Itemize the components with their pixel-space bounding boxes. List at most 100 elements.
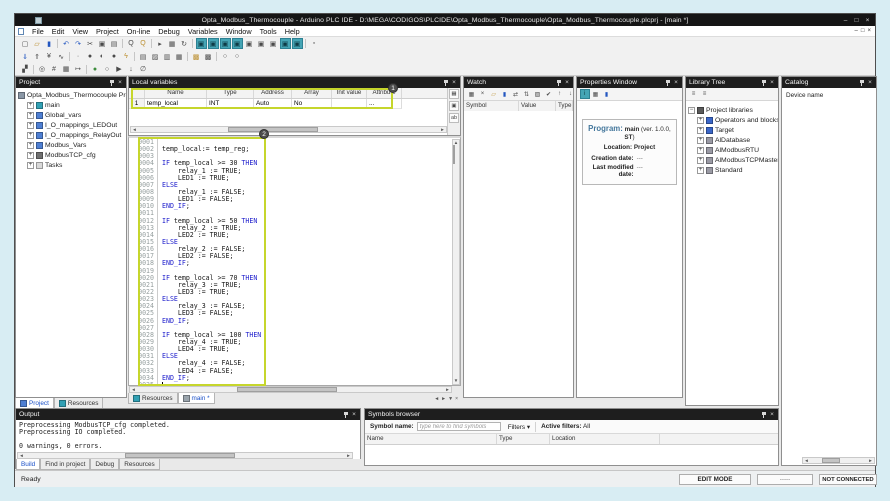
menu-project[interactable]: Project xyxy=(92,27,123,36)
menu-window[interactable]: Window xyxy=(222,27,256,36)
column-header[interactable]: Value xyxy=(519,101,556,111)
pin-icon[interactable] xyxy=(556,79,563,87)
expander-icon[interactable]: + xyxy=(27,162,34,169)
output-tab-find-in-project[interactable]: Find in project xyxy=(40,459,90,470)
watch-save-icon[interactable]: ▮ xyxy=(500,89,510,99)
menu-view[interactable]: View xyxy=(68,27,92,36)
scroll-left-arrow[interactable]: ◄ xyxy=(131,127,138,132)
expander-icon[interactable]: + xyxy=(27,132,34,139)
expander-icon[interactable]: + xyxy=(27,142,34,149)
catalog-toolwindow-icon[interactable]: ▣ xyxy=(256,38,267,49)
scroll-left-icon[interactable]: ◄ xyxy=(434,396,439,402)
close-button[interactable]: × xyxy=(863,17,872,24)
no-debug-icon[interactable]: ∅ xyxy=(138,64,149,75)
expander-icon[interactable]: + xyxy=(697,147,704,154)
tree-item[interactable]: +main xyxy=(18,100,126,110)
watch-down-icon[interactable]: ↓ xyxy=(566,89,576,99)
variable-cell[interactable]: temp_local xyxy=(145,99,207,109)
pin-icon[interactable] xyxy=(665,79,672,87)
trigger-list-icon[interactable]: ▦ xyxy=(174,51,185,62)
scroll-left-arrow[interactable]: ◄ xyxy=(130,387,137,392)
column-header[interactable]: Location xyxy=(550,434,660,444)
connect-status-icon[interactable]: ○ xyxy=(220,51,231,62)
close-icon[interactable]: × xyxy=(563,79,571,86)
pin-icon[interactable] xyxy=(443,79,450,87)
properties-toolwindow-icon[interactable]: ▣ xyxy=(280,38,291,49)
watch-toolwindow-icon[interactable]: ▣ xyxy=(232,38,243,49)
lv-watch-icon[interactable]: ▣ xyxy=(449,101,459,111)
undo-icon[interactable]: ↶ xyxy=(61,38,72,49)
find-icon[interactable]: Q xyxy=(126,38,137,49)
async-graph-icon[interactable]: ▥ xyxy=(162,51,173,62)
live-debug-icon[interactable]: ϟ xyxy=(121,51,132,62)
scroll-down-arrow[interactable]: ▼ xyxy=(453,378,459,384)
scroll-thumb[interactable] xyxy=(453,145,455,164)
close-icon[interactable]: × xyxy=(350,411,358,418)
scroll-right-arrow[interactable]: ► xyxy=(439,127,446,132)
close-icon[interactable]: × xyxy=(768,79,776,86)
library-image-icon[interactable]: ▩ xyxy=(203,51,214,62)
project-toolwindow-icon[interactable]: ▣ xyxy=(196,38,207,49)
watch-import-icon[interactable]: ⇅ xyxy=(522,89,532,99)
tab-main--[interactable]: main * xyxy=(178,393,215,404)
tree-item[interactable]: +Target xyxy=(688,125,778,135)
expander-icon[interactable]: + xyxy=(697,137,704,144)
close-icon[interactable]: × xyxy=(116,79,124,86)
expander-icon[interactable]: + xyxy=(27,102,34,109)
expander-icon[interactable]: + xyxy=(697,127,704,134)
scroll-thumb[interactable] xyxy=(822,458,840,463)
menu-variables[interactable]: Variables xyxy=(184,27,222,36)
watch-open-icon[interactable]: ▱ xyxy=(489,89,499,99)
watch-grid-icon[interactable]: ▦ xyxy=(467,89,477,99)
code-line[interactable]: 0018END_IF; xyxy=(129,260,451,267)
scroll-right-icon[interactable]: ► xyxy=(441,396,446,402)
local-variables-hscrollbar[interactable]: ◄ ► xyxy=(130,126,447,133)
resources-toolwindow-icon[interactable]: ▣ xyxy=(208,38,219,49)
step-icon[interactable]: ↓ xyxy=(126,64,137,75)
tree-item[interactable]: +Global_vars xyxy=(18,110,126,120)
editor-hscrollbar[interactable]: ◄ ► xyxy=(129,386,452,393)
variable-cell[interactable]: No xyxy=(292,99,332,109)
find-in-project-icon[interactable]: Q xyxy=(138,38,149,49)
output-hscrollbar[interactable]: ◄ ► xyxy=(17,452,353,459)
select-mode-icon[interactable]: ▸ xyxy=(155,38,166,49)
variable-cell[interactable]: 1 xyxy=(129,99,145,109)
pin-icon[interactable] xyxy=(761,79,768,87)
disconnect-icon[interactable]: ○ xyxy=(232,51,243,62)
tree-item[interactable]: +AlModbusRTU xyxy=(688,145,778,155)
variable-row[interactable]: 1temp_localINTAutoNo... xyxy=(129,99,447,109)
refresh-icon[interactable]: ↻ xyxy=(179,38,190,49)
column-header[interactable]: Symbol xyxy=(464,101,519,111)
lv-grid-icon[interactable]: ▦ xyxy=(449,89,459,99)
filters-button[interactable]: Filters ▾ xyxy=(508,423,530,431)
menu-on-line[interactable]: On-line xyxy=(123,27,155,36)
workspace-layout-icon[interactable]: ▫ xyxy=(309,38,320,49)
paste-icon[interactable]: ▤ xyxy=(109,38,120,49)
code-line[interactable]: 0026END_IF; xyxy=(129,318,451,325)
menu-tools[interactable]: Tools xyxy=(256,27,281,36)
watch-refresh-icon[interactable]: ▨ xyxy=(533,89,543,99)
editor-vscrollbar[interactable]: ▲ ▼ xyxy=(452,139,460,385)
memory-dot-icon[interactable]: · xyxy=(73,51,84,62)
watch-up-icon[interactable]: ↑ xyxy=(555,89,565,99)
pin-icon[interactable] xyxy=(859,79,866,87)
child-minimize-button[interactable]: – xyxy=(855,28,858,34)
menu-help[interactable]: Help xyxy=(281,27,304,36)
restore-button[interactable]: □ xyxy=(852,17,861,24)
library-sort-icon[interactable]: ≡ xyxy=(700,89,710,99)
properties-save-icon[interactable]: ▮ xyxy=(602,89,612,99)
tree-item[interactable]: +AlModbusTCPMaster xyxy=(688,155,778,165)
tree-item[interactable]: +Tasks xyxy=(18,160,126,170)
expander-icon[interactable]: + xyxy=(697,167,704,174)
variable-cell[interactable]: Auto xyxy=(254,99,292,109)
link-icon[interactable]: ∿ xyxy=(56,51,67,62)
menu-file[interactable]: File xyxy=(28,27,48,36)
copy-icon[interactable]: ▣ xyxy=(97,38,108,49)
table-view-icon[interactable]: ▦ xyxy=(61,64,72,75)
catalog-hscrollbar[interactable]: ◄ ► xyxy=(802,457,875,464)
pin-icon[interactable] xyxy=(343,411,350,419)
code-line[interactable]: 0002temp_local:= temp_reg; xyxy=(129,146,451,153)
output-tab-resources[interactable]: Resources xyxy=(119,459,160,470)
child-close-button[interactable]: × xyxy=(867,28,871,34)
menu-debug[interactable]: Debug xyxy=(154,27,184,36)
